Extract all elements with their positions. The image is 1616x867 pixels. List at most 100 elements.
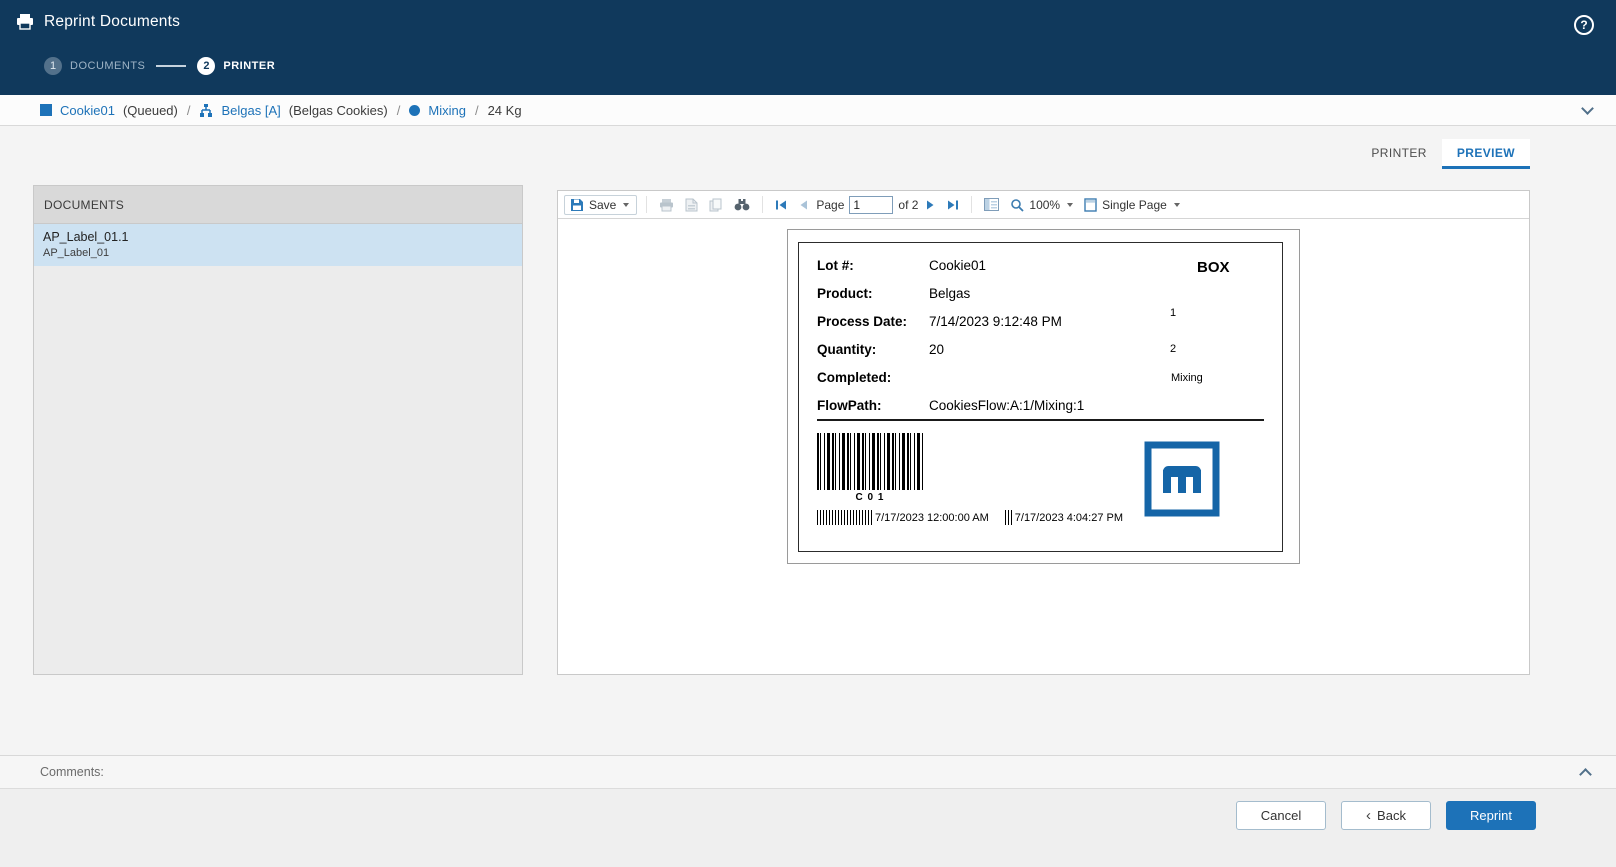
caret-down-icon — [1174, 203, 1180, 207]
print-button[interactable] — [656, 196, 677, 214]
timestamp-2: 7/17/2023 4:04:27 PM — [1015, 512, 1123, 524]
tab-printer[interactable]: PRINTER — [1356, 139, 1441, 169]
mini-barcode — [1005, 510, 1013, 525]
comments-section[interactable]: Comments: — [0, 755, 1616, 788]
wizard-steps: 1 DOCUMENTS 2 PRINTER — [44, 57, 275, 75]
step-label: DOCUMENTS — [70, 60, 145, 72]
process-icon — [199, 104, 213, 117]
label-fields: Lot #: Cookie01 Product: Belgas Process … — [817, 251, 1264, 421]
lot-quantity: 24 Kg — [488, 103, 522, 118]
label-field-value: Belgas — [929, 286, 970, 301]
reprint-documents-window: Reprint Documents ? 1 DOCUMENTS 2 PRINTE… — [0, 0, 1616, 867]
last-page-icon — [947, 199, 959, 211]
step-number: 2 — [197, 57, 215, 75]
label-field-name: Product: — [817, 286, 929, 301]
toolbar-separator — [646, 196, 647, 213]
page-number-input[interactable] — [849, 196, 893, 214]
sequence-number-1: 1 — [1170, 307, 1176, 319]
label-field-name: Lot #: — [817, 258, 929, 273]
report-viewer-panel: Save — [557, 190, 1530, 675]
report-toolbar: Save — [558, 191, 1529, 219]
chevron-left-icon: ‹ — [1366, 808, 1371, 823]
label-row: FlowPath: CookiesFlow:A:1/Mixing:1 — [817, 391, 1264, 419]
find-button[interactable] — [731, 196, 753, 213]
label-field-name: Process Date: — [817, 314, 929, 329]
page-setup-icon — [685, 198, 698, 212]
document-title: AP_Label_01.1 — [43, 230, 513, 244]
breadcrumb-process-link[interactable]: Belgas [A] — [221, 103, 280, 118]
label-field-value: CookiesFlow:A:1/Mixing:1 — [929, 398, 1084, 413]
step-label: PRINTER — [223, 60, 275, 72]
export-button[interactable] — [706, 196, 726, 214]
tab-preview[interactable]: PREVIEW — [1442, 139, 1530, 169]
page-layout-button[interactable]: Single Page — [1081, 196, 1183, 214]
step-documents[interactable]: 1 DOCUMENTS — [44, 57, 145, 75]
document-list-item[interactable]: AP_Label_01.1 AP_Label_01 — [34, 224, 522, 266]
lot-status: (Queued) — [123, 103, 178, 118]
last-page-button[interactable] — [944, 197, 962, 213]
step-printer[interactable]: 2 PRINTER — [197, 57, 275, 75]
toolbar-separator — [762, 196, 763, 213]
cancel-label: Cancel — [1261, 808, 1301, 823]
documents-panel: DOCUMENTS AP_Label_01.1 AP_Label_01 — [33, 185, 523, 675]
view-tabs: PRINTER PREVIEW — [1356, 139, 1530, 169]
caret-down-icon — [1067, 203, 1073, 207]
barcode — [817, 433, 923, 490]
operation-icon — [409, 105, 420, 116]
chevron-up-icon[interactable] — [1579, 768, 1592, 781]
mini-barcode — [817, 510, 873, 525]
save-button[interactable]: Save — [564, 195, 637, 215]
zoom-button[interactable]: 100% — [1007, 196, 1076, 214]
prev-page-button[interactable] — [795, 197, 811, 213]
timestamp-1: 7/17/2023 12:00:00 AM — [875, 512, 989, 524]
footer-buttons: Cancel ‹ Back Reprint — [1236, 801, 1536, 830]
zoom-level: 100% — [1029, 198, 1060, 212]
label-field-name: FlowPath: — [817, 398, 929, 413]
label-document: Lot #: Cookie01 Product: Belgas Process … — [798, 242, 1283, 552]
comments-label: Comments: — [40, 765, 104, 779]
report-preview-canvas: Lot #: Cookie01 Product: Belgas Process … — [558, 219, 1529, 674]
lot-icon — [40, 104, 52, 116]
chevron-down-icon[interactable] — [1581, 102, 1594, 115]
operation-name-label: Mixing — [1171, 372, 1203, 384]
label-row: Process Date: 7/14/2023 9:12:48 PM — [817, 307, 1264, 335]
document-map-button[interactable] — [981, 196, 1002, 213]
breadcrumb-operation-link[interactable]: Mixing — [428, 103, 466, 118]
printer-icon — [16, 14, 34, 30]
breadcrumb-separator: / — [397, 103, 401, 118]
first-page-button[interactable] — [772, 197, 790, 213]
label-field-value: 20 — [929, 342, 944, 357]
binoculars-icon — [734, 198, 750, 211]
title-row: Reprint Documents ? — [0, 0, 1616, 31]
process-description: (Belgas Cookies) — [289, 103, 388, 118]
cancel-button[interactable]: Cancel — [1236, 801, 1326, 830]
single-page-icon — [1084, 198, 1097, 212]
export-icon — [709, 198, 723, 212]
header: Reprint Documents ? 1 DOCUMENTS 2 PRINTE… — [0, 0, 1616, 95]
documents-panel-header: DOCUMENTS — [34, 186, 522, 224]
step-connector-line — [156, 65, 186, 67]
breadcrumb-lot-link[interactable]: Cookie01 — [60, 103, 115, 118]
back-label: Back — [1377, 808, 1406, 823]
step-number: 1 — [44, 57, 62, 75]
page-setup-button[interactable] — [682, 196, 701, 214]
page-layout-label: Single Page — [1102, 198, 1167, 212]
toolbar-separator — [971, 196, 972, 213]
next-page-icon — [926, 199, 936, 211]
next-page-button[interactable] — [923, 197, 939, 213]
breadcrumb: Cookie01 (Queued) / Belgas [A] (Belgas C… — [0, 95, 1616, 126]
reprint-button[interactable]: Reprint — [1446, 801, 1536, 830]
label-field-value: 7/14/2023 9:12:48 PM — [929, 314, 1062, 329]
document-subtitle: AP_Label_01 — [43, 247, 513, 259]
page-label: Page — [816, 198, 844, 212]
help-icon[interactable]: ? — [1574, 15, 1594, 35]
prev-page-icon — [798, 199, 808, 211]
label-field-name: Quantity: — [817, 342, 929, 357]
back-button[interactable]: ‹ Back — [1341, 801, 1431, 830]
breadcrumb-separator: / — [187, 103, 191, 118]
save-icon — [570, 198, 584, 212]
label-row: Quantity: 20 — [817, 335, 1264, 363]
sequence-number-2: 2 — [1170, 343, 1176, 355]
box-type-label: BOX — [1197, 259, 1230, 276]
breadcrumb-separator: / — [475, 103, 479, 118]
